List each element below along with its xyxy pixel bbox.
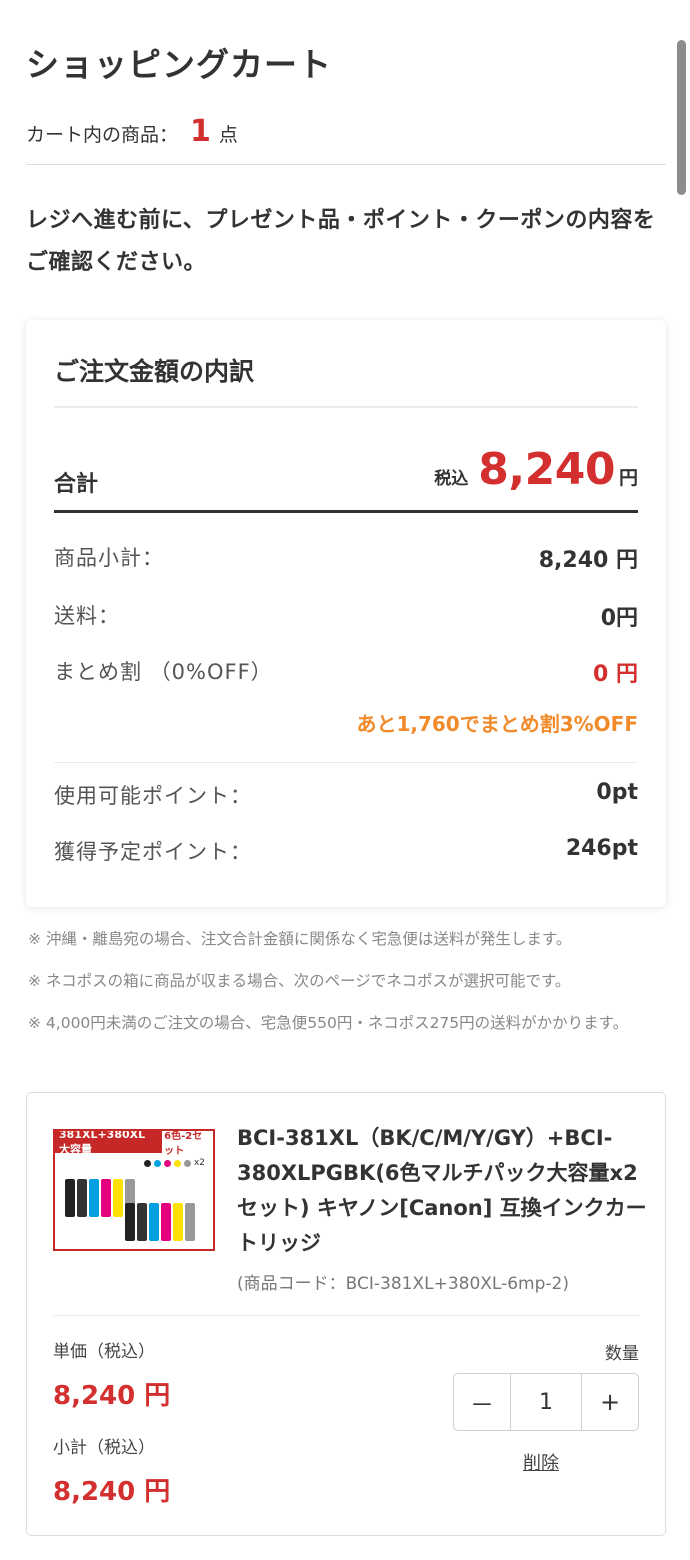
color-dots: x2 — [143, 1158, 205, 1168]
cart-count-unit: 点 — [218, 124, 238, 146]
cart-header: ショッピングカート カート内の商品： 1 点 — [26, 38, 666, 149]
total-underline — [54, 510, 638, 513]
bulk-discount-hint: あと1,760でまとめ割3%OFF — [356, 712, 638, 736]
summary-title: ご注文金額の内訳 — [54, 357, 255, 386]
product-image-banner: 381XL+380XL 大容量 6色-2セット — [55, 1131, 213, 1157]
cart-item-card: 381XL+380XL 大容量 6色-2セット x2 BCI-381XL（BK/… — [26, 1092, 666, 1536]
order-summary-card: ご注文金額の内訳 合計 税込 8,240 円 商品小計： 8,240 円 送料：… — [26, 320, 666, 907]
subtotal-price-value: 8,240 円 — [53, 1477, 171, 1507]
subtotal-value: 8,240 円 — [538, 548, 638, 573]
delete-item-link[interactable]: 削除 — [523, 1449, 559, 1475]
unit-price-label: 単価（税込） — [53, 1342, 155, 1362]
cart-count: カート内の商品： 1 点 — [26, 114, 666, 149]
checkout-notice: レジへ進む前に、プレゼント品・ポイント・クーポンの内容をご確認ください。 — [26, 208, 656, 275]
note-item: ※ 4,000円未満のご注文の場合、宅急便550円・ネコポス275円の送料がかか… — [28, 1014, 629, 1032]
available-points-label: 使用可能ポイント： — [54, 784, 252, 808]
points-divider — [54, 762, 638, 763]
subtotal-label: 商品小計： — [54, 546, 164, 570]
decrease-quantity-button[interactable]: － — [454, 1374, 510, 1430]
earned-points-label: 獲得予定ポイント： — [54, 840, 252, 864]
total-yen: 円 — [618, 467, 638, 489]
cartridge-set-2 — [125, 1203, 195, 1241]
shipping-value: 0円 — [600, 606, 638, 631]
cart-count-number: 1 — [190, 114, 211, 149]
note-item: ※ ネコポスの箱に商品が収まる場合、次のページでネコポスが選択可能です。 — [28, 972, 571, 990]
subtotal-price-label: 小計（税込） — [53, 1438, 155, 1458]
available-points-value: 0pt — [596, 780, 638, 805]
scrollbar-thumb[interactable] — [677, 40, 686, 195]
total-row: 合計 税込 8,240 円 — [54, 444, 638, 508]
quantity-input[interactable]: 1 — [510, 1374, 582, 1430]
total-amount: 8,240 — [478, 444, 615, 495]
total-label: 合計 — [54, 472, 99, 497]
note-item: ※ 沖縄・離島宛の場合、注文合計金額に関係なく宅急便は送料が発生します。 — [28, 930, 572, 948]
quantity-stepper: － 1 + — [453, 1373, 639, 1431]
earned-points-value: 246pt — [565, 836, 638, 861]
product-code: (商品コード：BCI-381XL+380XL-6mp-2) — [237, 1274, 569, 1294]
product-name[interactable]: BCI-381XL（BK/C/M/Y/GY）+BCI-380XLPGBK(6色マ… — [237, 1121, 647, 1261]
header-divider — [26, 164, 666, 165]
page-title: ショッピングカート — [26, 45, 332, 84]
shipping-notes: ※ 沖縄・離島宛の場合、注文合計金額に関係なく宅急便は送料が発生します。 ※ ネ… — [28, 926, 662, 1052]
unit-price-value: 8,240 円 — [53, 1381, 171, 1411]
bulk-discount-value: 0 円 — [593, 662, 638, 687]
quantity-label: 数量 — [605, 1344, 639, 1364]
product-divider — [53, 1315, 639, 1316]
product-image[interactable]: 381XL+380XL 大容量 6色-2セット x2 — [53, 1129, 215, 1251]
shipping-label: 送料： — [54, 604, 120, 628]
bulk-discount-label: まとめ割 （0%OFF） — [54, 660, 273, 684]
summary-divider — [54, 406, 638, 408]
total-tax-label: 税込 — [434, 469, 469, 489]
increase-quantity-button[interactable]: + — [582, 1374, 638, 1430]
cart-count-label: カート内の商品： — [26, 124, 179, 146]
